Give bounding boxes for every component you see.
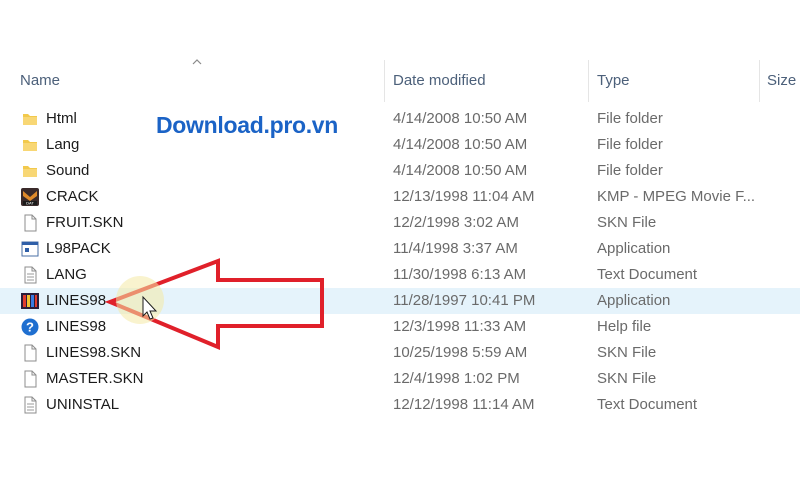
- column-divider[interactable]: [759, 60, 760, 102]
- file-name[interactable]: LINES98: [46, 292, 106, 309]
- file-date-modified: 4/14/2008 10:50 AM: [393, 136, 528, 153]
- file-name[interactable]: Lang: [46, 136, 79, 153]
- file-row[interactable]: MASTER.SKN 12/4/1998 1:02 PM SKN File: [0, 366, 800, 392]
- file-row[interactable]: Lang 4/14/2008 10:50 AM File folder: [0, 132, 800, 158]
- column-size[interactable]: Size: [767, 72, 796, 89]
- blank-file-icon: [20, 343, 40, 363]
- folder-icon: [20, 135, 40, 155]
- file-row[interactable]: FRUIT.SKN 12/2/1998 3:02 AM SKN File: [0, 210, 800, 236]
- file-date-modified: 12/4/1998 1:02 PM: [393, 370, 520, 387]
- svg-text:DAT: DAT: [26, 201, 34, 206]
- file-row[interactable]: Html 4/14/2008 10:50 AM File folder: [0, 106, 800, 132]
- file-date-modified: 12/2/1998 3:02 AM: [393, 214, 519, 231]
- file-type: Text Document: [597, 266, 698, 283]
- file-type: File folder: [597, 136, 663, 153]
- blank-file-icon: [20, 369, 40, 389]
- file-type: Help file: [597, 318, 652, 335]
- help-icon: ?: [20, 317, 40, 337]
- file-date-modified: 4/14/2008 10:50 AM: [393, 110, 528, 127]
- folder-icon: [20, 109, 40, 129]
- file-row[interactable]: LANG 11/30/1998 6:13 AM Text Document: [0, 262, 800, 288]
- file-type: File folder: [597, 162, 663, 179]
- column-divider[interactable]: [588, 60, 589, 102]
- column-name[interactable]: Name: [20, 72, 60, 89]
- blank-file-icon: [20, 213, 40, 233]
- column-date-modified[interactable]: Date modified: [393, 72, 486, 89]
- kmp-media-icon: DAT: [20, 187, 40, 207]
- sort-ascending-icon[interactable]: [191, 56, 203, 68]
- file-date-modified: 10/25/1998 5:59 AM: [393, 344, 528, 361]
- file-date-modified: 11/4/1998 3:37 AM: [393, 240, 518, 257]
- file-row[interactable]: DAT CRACK 12/13/1998 11:04 AM KMP - MPEG Mo…: [0, 184, 800, 210]
- file-name[interactable]: LINES98.SKN: [46, 344, 141, 361]
- file-type: Text Document: [597, 396, 698, 413]
- file-name[interactable]: L98PACK: [46, 240, 111, 257]
- file-date-modified: 11/28/1997 10:41 PM: [393, 292, 536, 309]
- folder-icon: [20, 161, 40, 181]
- file-row[interactable]: LINES98.SKN 10/25/1998 5:59 AM SKN File: [0, 340, 800, 366]
- file-type: KMP - MPEG Movie F...: [597, 188, 756, 205]
- file-name[interactable]: Html: [46, 110, 77, 127]
- file-name[interactable]: Sound: [46, 162, 89, 179]
- file-type: Application: [597, 292, 671, 309]
- column-header-bar: Name Date modified Type Size: [0, 59, 800, 102]
- file-type: Application: [597, 240, 671, 257]
- file-type: SKN File: [597, 370, 657, 387]
- file-date-modified: 12/3/1998 11:33 AM: [393, 318, 527, 335]
- text-document-icon: [20, 395, 40, 415]
- file-name[interactable]: LINES98: [46, 318, 106, 335]
- file-date-modified: 4/14/2008 10:50 AM: [393, 162, 528, 179]
- file-date-modified: 12/13/1998 11:04 AM: [393, 188, 535, 205]
- file-type: File folder: [597, 110, 663, 127]
- application-window-icon: [20, 239, 40, 259]
- file-row[interactable]: LINES98 11/28/1997 10:41 PM Application: [0, 288, 800, 314]
- file-row[interactable]: UNINSTAL 12/12/1998 11:14 AM Text Document: [0, 392, 800, 418]
- text-document-icon: [20, 265, 40, 285]
- file-row[interactable]: ? LINES98 12/3/1998 11:33 AM Help file: [0, 314, 800, 340]
- file-type: SKN File: [597, 344, 657, 361]
- file-name[interactable]: LANG: [46, 266, 87, 283]
- column-type[interactable]: Type: [597, 72, 630, 89]
- file-date-modified: 12/12/1998 11:14 AM: [393, 396, 535, 413]
- file-date-modified: 11/30/1998 6:13 AM: [393, 266, 527, 283]
- file-name[interactable]: CRACK: [46, 188, 99, 205]
- file-row[interactable]: L98PACK 11/4/1998 3:37 AM Application: [0, 236, 800, 262]
- file-type: SKN File: [597, 214, 657, 231]
- file-name[interactable]: UNINSTAL: [46, 396, 119, 413]
- file-name[interactable]: FRUIT.SKN: [46, 214, 124, 231]
- file-row[interactable]: Sound 4/14/2008 10:50 AM File folder: [0, 158, 800, 184]
- file-name[interactable]: MASTER.SKN: [46, 370, 144, 387]
- svg-text:?: ?: [26, 320, 34, 335]
- lines98-app-icon: [20, 291, 40, 311]
- column-divider[interactable]: [384, 60, 385, 102]
